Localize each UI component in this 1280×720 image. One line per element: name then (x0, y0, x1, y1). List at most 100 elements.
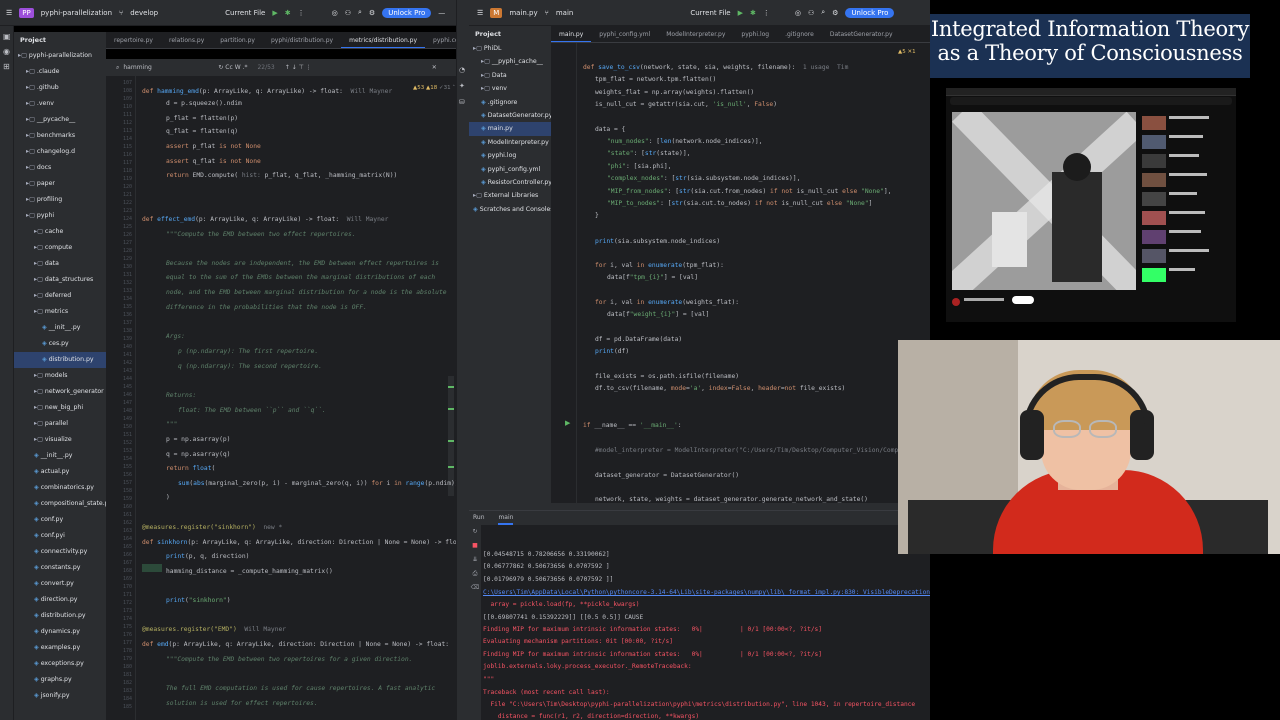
people-icon[interactable]: ⚇ (345, 9, 351, 17)
tree-item[interactable]: ▸▢ venv (469, 82, 551, 95)
project-tool-icon[interactable]: ▣ (3, 32, 11, 41)
run-config-selector[interactable]: Current File (690, 9, 730, 17)
stop-icon[interactable]: ■ (469, 539, 481, 553)
editor-tab[interactable]: pyphi_config.yml (591, 26, 658, 42)
ai-assistant-icon[interactable]: ✦ (459, 82, 467, 90)
tree-item[interactable]: ▸▢ __pycache__ (14, 112, 106, 128)
tree-item[interactable]: ▸▢ data (14, 256, 106, 272)
tree-item[interactable]: ◈ conf.pyi (14, 528, 106, 544)
tree-item[interactable]: ◈ pyphi.log (469, 149, 551, 162)
notifications-icon[interactable]: ◔ (459, 66, 467, 74)
tree-item[interactable]: ◈ __init__.py (14, 448, 106, 464)
tree-item[interactable]: ◈ main.py (469, 122, 551, 136)
unlock-pro-button[interactable]: Unlock Pro (845, 7, 895, 18)
tree-item[interactable]: ▸▢ paper (14, 176, 106, 192)
tree-item[interactable]: ◈ ModelInterpreter.py (469, 136, 551, 149)
menu-icon[interactable]: ☰ (6, 9, 12, 17)
close-icon[interactable]: ✕ (432, 64, 437, 71)
find-navigation[interactable]: ↑ ↓ ⊤ ⋮ (285, 64, 312, 71)
editor-tab[interactable]: relations.py (161, 32, 212, 48)
tree-item[interactable]: ◈ constants.py (14, 560, 106, 576)
tree-item[interactable]: ▸▢ parallel (14, 416, 106, 432)
tree-item[interactable]: ◈ distribution.py (14, 352, 106, 368)
scroll-end-icon[interactable]: ⇊ (469, 553, 481, 567)
menu-icon[interactable]: ☰ (477, 9, 483, 17)
tree-item[interactable]: ▸▢ models (14, 368, 106, 384)
tree-item[interactable]: ▸▢ data_structures (14, 272, 106, 288)
editor-tab[interactable]: DatasetGenerator.py (822, 26, 901, 42)
editor-hscroll[interactable] (469, 503, 930, 510)
tree-item[interactable]: ▸▢ metrics (14, 304, 106, 320)
inspection-summary[interactable]: ▲5 ✕1 (898, 49, 916, 55)
database-icon[interactable]: ⛁ (459, 98, 467, 106)
tree-item[interactable]: ▸▢ pyphi-parallelization (14, 48, 106, 64)
people-icon[interactable]: ⚇ (808, 9, 814, 17)
tree-item[interactable]: ▸▢ new_big_phi (14, 400, 106, 416)
tree-item[interactable]: ◈ compositional_state.py (14, 496, 106, 512)
editor-tab[interactable]: pyphi.conf (425, 32, 456, 48)
settings-icon[interactable]: ⚙ (832, 9, 838, 17)
tree-item[interactable]: ▸▢ External Libraries (469, 189, 551, 202)
tree-item[interactable]: ▸▢ benchmarks (14, 128, 106, 144)
tree-item[interactable]: ◈ exceptions.py (14, 656, 106, 672)
editor-tab[interactable]: repertoire.py (106, 32, 161, 48)
tree-item[interactable]: ◈ distribution.py (14, 608, 106, 624)
run-gutter-icon[interactable]: ▶ (565, 419, 570, 427)
more-icon[interactable]: ⋮ (763, 9, 770, 17)
structure-tool-icon[interactable]: ⊞ (3, 62, 10, 71)
ai-icon[interactable]: ◎ (332, 9, 338, 17)
tree-item[interactable]: ◈ combinatorics.py (14, 480, 106, 496)
file-selector[interactable]: main.py (509, 9, 537, 17)
editor-tab[interactable]: main.py (551, 26, 592, 42)
print-icon[interactable]: ⎙ (469, 567, 481, 581)
editor-tab[interactable]: .gitignore (777, 26, 822, 42)
tree-item[interactable]: ◈ convert.py (14, 576, 106, 592)
tree-item[interactable]: ◈ conf.py (14, 512, 106, 528)
tree-item[interactable]: ◈ graphs.py (14, 672, 106, 688)
ai-icon[interactable]: ◎ (795, 9, 801, 17)
inspection-summary[interactable]: ▲53 ▲18 ✓31 ˄ ˅ (413, 85, 456, 91)
unlock-pro-button[interactable]: Unlock Pro (382, 7, 432, 18)
tree-item[interactable]: ◈ ResistorController.py (469, 176, 551, 189)
minimize-icon[interactable]: — (438, 9, 445, 17)
tree-item[interactable]: ◈ actual.py (14, 464, 106, 480)
tree-item[interactable]: ▸▢ __pyphi_cache__ (469, 55, 551, 68)
find-options[interactable]: ↻ Cc W .* (218, 64, 247, 71)
settings-icon[interactable]: ⚙ (369, 9, 375, 17)
left-code-editor[interactable]: 107 108 109 110 111 112 113 114 115 116 117 118 119 1… (106, 76, 456, 720)
editor-tab[interactable]: partition.py (212, 32, 263, 48)
commit-tool-icon[interactable]: ◉ (3, 47, 10, 56)
trash-icon[interactable]: ⌫ (469, 581, 481, 595)
right-code-editor[interactable]: ▶ ▲5 ✕1 def save_to_csv(network, state, … (551, 43, 930, 503)
find-input[interactable]: hamming (123, 64, 213, 71)
tree-item[interactable]: ◈ dynamics.py (14, 624, 106, 640)
branch-selector[interactable]: main (556, 9, 574, 17)
tree-item[interactable]: ◈ ces.py (14, 336, 106, 352)
run-tab-main[interactable]: main (498, 514, 514, 525)
tree-item[interactable]: ◈ connectivity.py (14, 544, 106, 560)
debug-icon[interactable]: ✱ (285, 9, 291, 17)
tree-item[interactable]: ◈ .gitignore (469, 96, 551, 109)
tree-item[interactable]: ◈ examples.py (14, 640, 106, 656)
tree-item[interactable]: ▸▢ .venv (14, 96, 106, 112)
tree-item[interactable]: ▸▢ PhiDL (469, 42, 551, 55)
tree-item[interactable]: ▸▢ .claude (14, 64, 106, 80)
tree-item[interactable]: ▸▢ visualize (14, 432, 106, 448)
tree-item[interactable]: ▸▢ .github (14, 80, 106, 96)
tree-item[interactable]: ◈ Scratches and Consoles (469, 203, 551, 216)
tree-item[interactable]: ▸▢ cache (14, 224, 106, 240)
editor-tab[interactable]: ModelInterpreter.py (658, 26, 733, 42)
editor-tab[interactable]: pyphi/distribution.py (263, 32, 341, 48)
run-config-selector[interactable]: Current File (225, 9, 265, 17)
tree-item[interactable]: ▸▢ compute (14, 240, 106, 256)
tree-item[interactable]: ▸▢ deferred (14, 288, 106, 304)
tree-item[interactable]: ▸▢ Data (469, 69, 551, 82)
tree-item[interactable]: ▸▢ profiling (14, 192, 106, 208)
debug-icon[interactable]: ✱ (750, 9, 756, 17)
more-icon[interactable]: ⋮ (298, 9, 305, 17)
editor-tab[interactable]: metrics/distribution.py (341, 32, 426, 48)
run-icon[interactable]: ▶ (738, 9, 743, 17)
tree-item[interactable]: ◈ pyphi_config.yml (469, 163, 551, 176)
run-console[interactable]: Run main ↻ ■ ⇊ ⎙ ⌫ [0.04548715 0.7820665… (469, 510, 930, 720)
tree-item[interactable]: ◈ direction.py (14, 592, 106, 608)
